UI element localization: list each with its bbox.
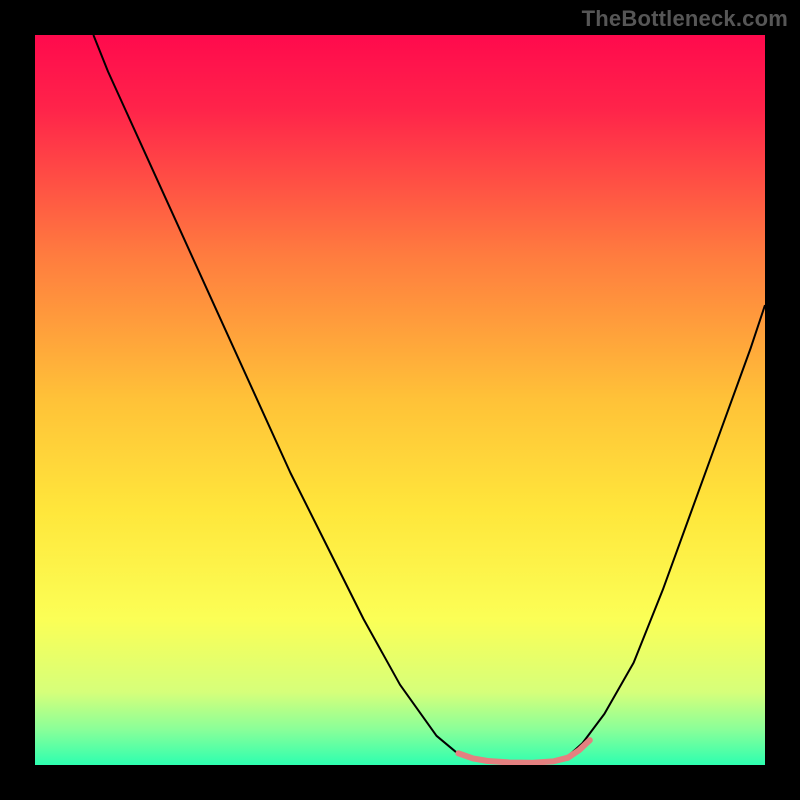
chart-container: TheBottleneck.com bbox=[0, 0, 800, 800]
highlight-segment-0 bbox=[458, 753, 487, 761]
chart-curve-layer bbox=[35, 35, 765, 765]
bottleneck-curve bbox=[93, 35, 765, 763]
highlight-segment-1 bbox=[488, 758, 568, 763]
highlight-segment-2 bbox=[568, 740, 590, 758]
watermark-text: TheBottleneck.com bbox=[582, 6, 788, 32]
plot-area bbox=[35, 35, 765, 765]
